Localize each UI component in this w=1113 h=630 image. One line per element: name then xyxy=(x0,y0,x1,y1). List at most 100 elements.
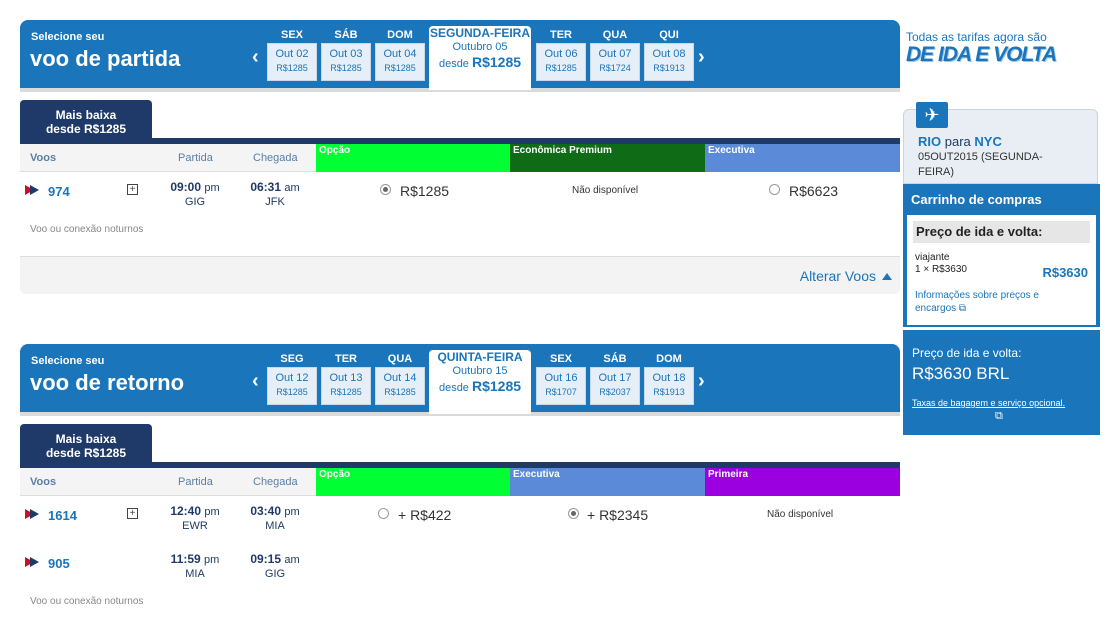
expand-details-icon[interactable]: + xyxy=(127,508,138,519)
col-fare-executiva: Executiva xyxy=(510,468,705,496)
tab-line-1: Mais baixa xyxy=(55,432,117,446)
arrival-time: 09:15 am xyxy=(240,552,310,566)
day-date: Out 02 xyxy=(275,48,309,60)
tab-line-2: desde R$1285 xyxy=(45,122,127,136)
flight-number[interactable]: 974 xyxy=(48,184,70,199)
next-dates-arrow[interactable]: › xyxy=(698,371,705,391)
traveler-detail: 1 × R$3630 xyxy=(915,264,967,275)
outbound-select-label: Selecione seu xyxy=(31,31,105,43)
day-date: Out 06 xyxy=(544,48,578,60)
airline-logo-icon xyxy=(25,185,39,195)
day-name: SEX xyxy=(280,29,303,41)
fare-radio-opcao[interactable] xyxy=(380,184,391,195)
col-voos: Voos xyxy=(30,476,57,488)
day-name: DOM xyxy=(656,353,682,365)
arrival-time: 03:40 pm xyxy=(240,504,310,518)
date-box: Out 17 R$2037 xyxy=(590,367,640,405)
day-price: R$1913 xyxy=(653,387,685,397)
date-option-out-12[interactable]: SEG Out 12 R$1285 xyxy=(267,352,317,405)
time-value: 11:59 xyxy=(170,552,201,566)
day-name: TER xyxy=(550,29,572,41)
selected-day-price: desde R$1285 xyxy=(429,54,531,70)
collapse-up-icon[interactable] xyxy=(882,273,892,280)
lowest-fare-tab[interactable]: Mais baixa desde R$1285 xyxy=(20,100,152,144)
from-label: desde xyxy=(438,382,469,394)
traveler-label: viajante xyxy=(915,252,950,263)
selected-day-name: QUINTA-FEIRA xyxy=(437,350,523,364)
day-price: R$1285 xyxy=(384,63,416,73)
lowest-fare-tab[interactable]: Mais baixa desde R$1285 xyxy=(20,424,152,468)
external-link-icon: ⧉ xyxy=(958,303,967,314)
info-link-text: Informações sobre preços e encargos xyxy=(915,290,1039,314)
selected-day-name: SEGUNDA-FEIRA xyxy=(429,26,530,40)
date-box: Out 06 R$1285 xyxy=(536,43,586,81)
date-option-out-18[interactable]: DOM Out 18 R$1913 xyxy=(644,352,694,405)
prev-dates-arrow[interactable]: ‹ xyxy=(252,371,259,391)
departure-time: 09:00 pm xyxy=(160,180,230,194)
col-fare-opcao: Opção xyxy=(316,468,510,496)
col-partida: Partida xyxy=(178,152,213,164)
departure-time: 12:40 pm xyxy=(160,504,230,518)
fare-unavailable: Não disponível xyxy=(767,509,834,520)
date-box: Out 13 R$1285 xyxy=(321,367,371,405)
tab-line-2: desde R$1285 xyxy=(45,446,127,460)
date-option-out-17[interactable]: SÁB Out 17 R$2037 xyxy=(590,352,640,405)
arrival: 06:31 am JFK xyxy=(240,180,310,208)
day-date: Out 07 xyxy=(598,48,632,60)
departure: 11:59 pm MIA xyxy=(160,552,230,580)
flight-number[interactable]: 905 xyxy=(48,556,70,571)
outbound-tab-row: Mais baixa desde R$1285 xyxy=(20,100,900,144)
external-link-icon[interactable]: ⧉ xyxy=(995,410,1003,423)
date-option-out-08[interactable]: QUI Out 08 R$1913 xyxy=(644,28,694,81)
day-name: DOM xyxy=(387,29,413,41)
departure: 12:40 pm EWR xyxy=(160,504,230,532)
pricing-info-link[interactable]: Informações sobre preços e encargos ⧉ xyxy=(915,289,1075,315)
fare-price-executiva: + R$2345 xyxy=(587,507,649,523)
promo-subtitle: Todas as tarifas agora são xyxy=(906,30,1047,44)
fare-radio-executiva[interactable] xyxy=(568,508,579,519)
date-box: Out 07 R$1724 xyxy=(590,43,640,81)
date-option-out-02[interactable]: SEX Out 02 R$1285 xyxy=(267,28,317,81)
col-fare-opcao: Opção xyxy=(316,144,510,172)
selected-day-price: desde R$1285 xyxy=(429,378,531,394)
day-price: R$1285 xyxy=(330,387,362,397)
cart-title: Carrinho de compras xyxy=(911,192,1042,207)
col-voos: Voos xyxy=(30,152,57,164)
fare-price-opcao: R$1285 xyxy=(400,183,450,199)
col-fare-executiva: Executiva xyxy=(705,144,900,172)
fare-radio-opcao[interactable] xyxy=(378,508,389,519)
airline-logo-icon xyxy=(25,557,39,567)
ampm: am xyxy=(284,182,300,194)
arrival: 09:15 am GIG xyxy=(240,552,310,580)
date-option-out-06[interactable]: TER Out 06 R$1285 xyxy=(536,28,586,81)
change-flights-bar: Alterar Voos xyxy=(20,256,900,294)
departure-airport: EWR xyxy=(182,520,208,532)
next-dates-arrow[interactable]: › xyxy=(698,47,705,67)
selected-date-out-05[interactable]: SEGUNDA-FEIRA Outubro 05 desde R$1285 xyxy=(429,26,531,90)
date-option-out-16[interactable]: SEX Out 16 R$1707 xyxy=(536,352,586,405)
change-flights-link[interactable]: Alterar Voos xyxy=(800,268,876,284)
day-name: SÁB xyxy=(334,29,358,41)
traveler-info: viajante 1 × R$3630 xyxy=(915,252,967,276)
date-option-out-13[interactable]: TER Out 13 R$1285 xyxy=(321,352,371,405)
flight-number[interactable]: 1614 xyxy=(48,508,77,523)
fare-price-executiva: R$6623 xyxy=(789,183,839,199)
date-option-out-07[interactable]: QUA Out 07 R$1724 xyxy=(590,28,640,81)
expand-details-icon[interactable]: + xyxy=(127,184,138,195)
prev-dates-arrow[interactable]: ‹ xyxy=(252,47,259,67)
night-flight-note: Voo ou conexão noturnos xyxy=(30,224,144,235)
route-destination: NYC xyxy=(974,134,1002,149)
date-option-out-04[interactable]: DOM Out 04 R$1285 xyxy=(375,28,425,81)
date-option-out-14[interactable]: QUA Out 14 R$1285 xyxy=(375,352,425,405)
day-date: Out 04 xyxy=(383,48,417,60)
total-price-panel: Preço de ida e volta: R$3630 BRL Taxas d… xyxy=(903,330,1100,435)
date-box: Out 16 R$1707 xyxy=(536,367,586,405)
date-option-out-03[interactable]: SÁB Out 03 R$1285 xyxy=(321,28,371,81)
airline-logo-icon xyxy=(25,509,39,519)
selected-date-out-15[interactable]: QUINTA-FEIRA Outubro 15 desde R$1285 xyxy=(429,350,531,414)
day-name: SEG xyxy=(280,353,304,365)
baggage-fees-link[interactable]: Taxas de bagagem e serviço opcional. xyxy=(912,398,1065,408)
fare-radio-executiva[interactable] xyxy=(769,184,780,195)
route-date: 05OUT2015 (SEGUNDA-FEIRA) xyxy=(918,151,1043,178)
day-name: SEX xyxy=(549,353,572,365)
